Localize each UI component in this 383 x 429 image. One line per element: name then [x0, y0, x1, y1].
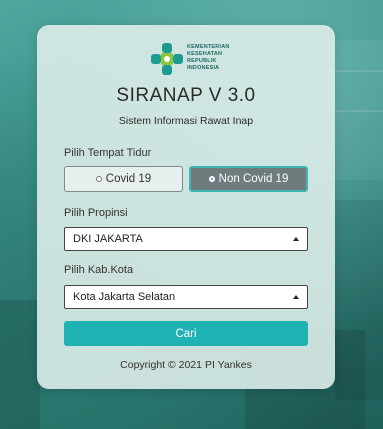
caret-up-icon — [293, 237, 299, 241]
caret-up-icon — [293, 295, 299, 299]
province-value: DKI JAKARTA — [73, 233, 143, 245]
logo-line: KEMENTERIAN — [187, 44, 230, 50]
province-label: Pilih Propinsi — [64, 207, 128, 219]
city-value: Kota Jakarta Selatan — [73, 291, 176, 303]
logo-line: INDONESIA — [187, 65, 220, 71]
option-label: Non Covid 19 — [218, 173, 289, 185]
option-non-covid-19[interactable]: Non Covid 19 — [189, 166, 308, 192]
city-label: Pilih Kab.Kota — [64, 264, 134, 276]
province-select[interactable]: DKI JAKARTA — [64, 227, 308, 251]
city-select[interactable]: Kota Jakarta Selatan — [64, 285, 308, 309]
option-label: Covid 19 — [105, 173, 152, 185]
background-bed — [0, 300, 40, 429]
logo-line: REPUBLIK — [187, 58, 217, 64]
radio-icon — [95, 176, 102, 182]
kemenkes-logo-icon — [151, 43, 183, 75]
bed-type-label: Pilih Tempat Tidur — [64, 147, 152, 159]
search-button[interactable]: Cari — [64, 321, 308, 346]
logo-line: KESEHATAN — [187, 51, 223, 57]
page-title: SIRANAP V 3.0 — [116, 85, 256, 106]
option-covid-19[interactable]: Covid 19 — [64, 166, 183, 192]
kemenkes-logo: KEMENTERIAN KESEHATAN REPUBLIK INDONESIA — [149, 41, 239, 77]
page-subtitle: Sistem Informasi Rawat Inap — [118, 115, 254, 127]
logo-text: KEMENTERIAN KESEHATAN REPUBLIK INDONESIA — [187, 44, 230, 72]
copyright-text: Copyright © 2021 PI Yankes — [120, 359, 252, 371]
search-card: KEMENTERIAN KESEHATAN REPUBLIK INDONESIA… — [37, 25, 335, 389]
radio-selected-icon — [208, 176, 215, 182]
